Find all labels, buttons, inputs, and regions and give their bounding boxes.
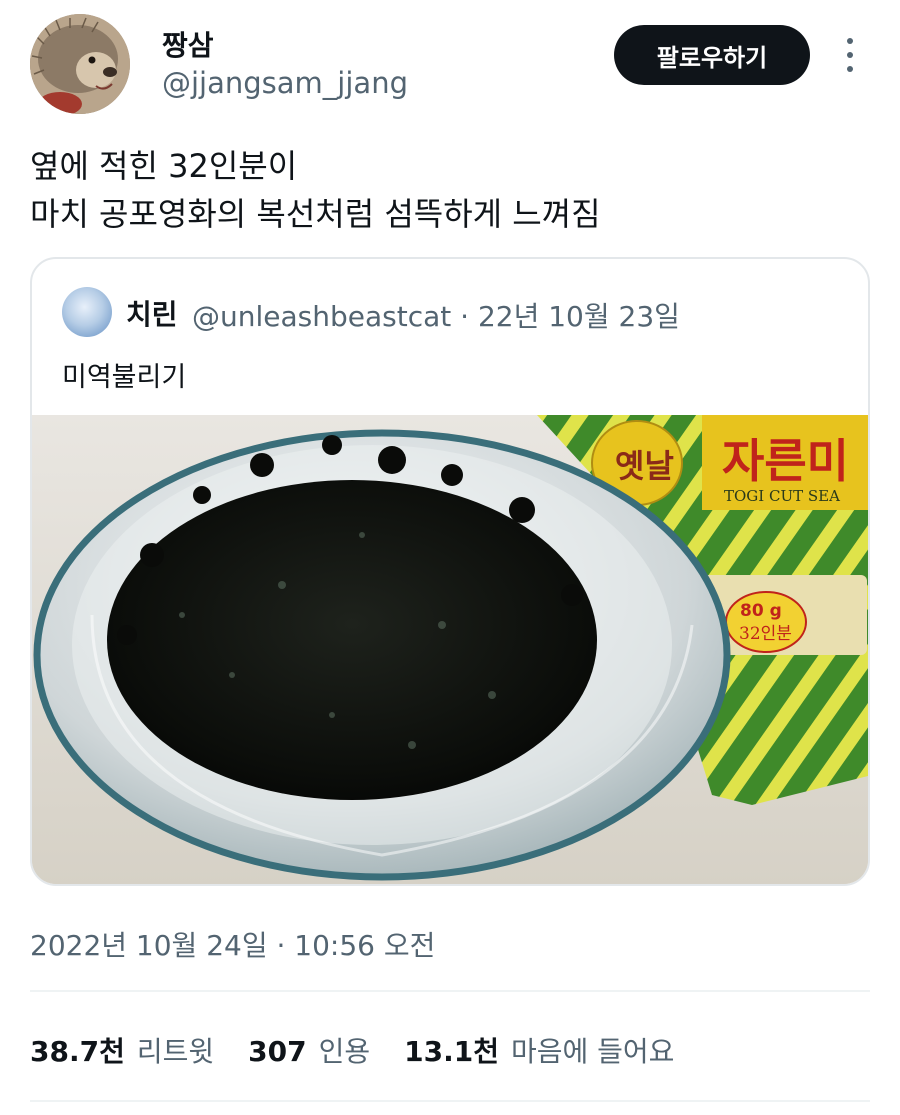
follow-button[interactable]: 팔로우하기: [614, 25, 810, 85]
tweet-text-line-2: 마치 공포영화의 복선처럼 섬뜩하게 느껴짐: [30, 195, 601, 233]
quoted-author-avatar[interactable]: [62, 287, 112, 337]
quoted-tweet-photo[interactable]: 자른미 TOGI CUT SEA 옛날 80 g 32인분: [32, 415, 868, 884]
package-subtext: TOGI CUT SEA: [724, 487, 840, 505]
tweet-text-line-1: 옆에 적힌 32인분이: [30, 147, 298, 185]
author-display-name[interactable]: 짱삼: [162, 24, 214, 64]
dot: [847, 66, 853, 72]
quoted-author-meta: @unleashbeastcat · 22년 10월 23일: [192, 300, 680, 333]
quoted-tweet-card[interactable]: 치린 @unleashbeastcat · 22년 10월 23일 미역불리기: [30, 257, 870, 886]
retweet-count[interactable]: 38.7천: [30, 1030, 125, 1070]
package-label: 자른미: [722, 434, 849, 488]
retweet-label[interactable]: 리트윗: [137, 1030, 214, 1070]
tweet-timestamp[interactable]: 2022년 10월 24일 · 10:56 오전: [30, 924, 435, 964]
quote-label[interactable]: 인용: [319, 1030, 371, 1070]
author-handle[interactable]: @jjangsam_jjang: [162, 66, 408, 100]
divider: [30, 990, 870, 992]
dot: [847, 52, 853, 58]
hedgehog-avatar-image: [30, 14, 130, 114]
seaweed-bowl-photo: 자른미 TOGI CUT SEA 옛날 80 g 32인분: [32, 415, 868, 884]
quoted-author-name[interactable]: 치린: [126, 293, 178, 333]
like-count[interactable]: 13.1천: [404, 1030, 499, 1070]
tweet-text: 옆에 적힌 32인분이 마치 공포영화의 복선처럼 섬뜩하게 느껴짐: [30, 142, 601, 238]
package-weight: 80 g: [740, 601, 782, 621]
author-avatar[interactable]: [30, 14, 130, 114]
package-servings: 32인분: [739, 624, 792, 644]
quote-count[interactable]: 307: [248, 1035, 306, 1068]
package-brand: 옛날: [615, 447, 674, 485]
quoted-tweet-text: 미역불리기: [62, 362, 187, 393]
like-label[interactable]: 마음에 들어요: [511, 1030, 674, 1070]
more-options-icon[interactable]: [838, 38, 862, 72]
divider: [30, 1100, 870, 1102]
dot: [847, 38, 853, 44]
engagement-stats: 38.7천 리트윗 307 인용 13.1천 마음에 들어요: [30, 1030, 708, 1070]
